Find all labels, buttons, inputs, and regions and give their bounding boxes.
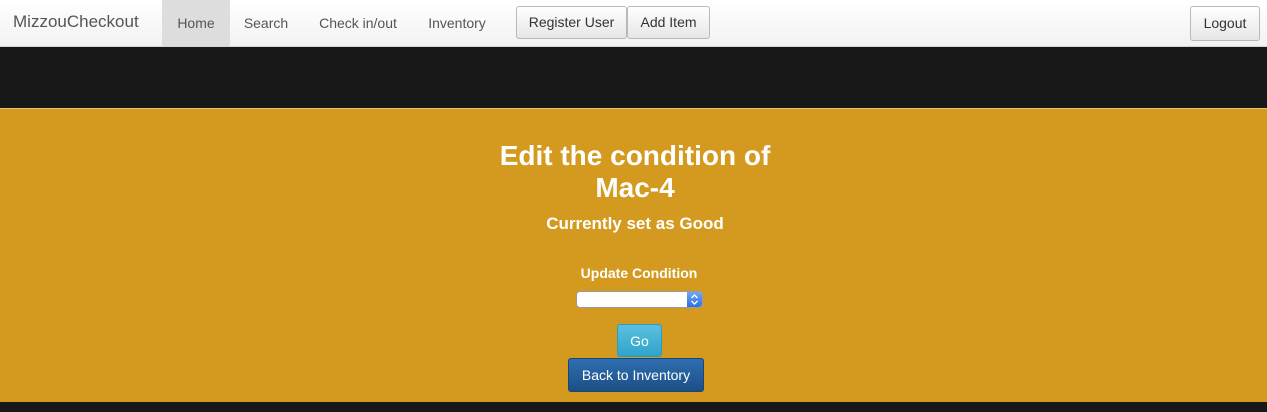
go-button[interactable]: Go [617,324,662,357]
add-item-button[interactable]: Add Item [627,6,710,39]
nav-search-link[interactable]: Search [230,0,302,46]
page-title: Edit the condition of Mac-4 [0,140,1267,204]
page-title-line-1: Edit the condition of [499,140,771,171]
register-user-button[interactable]: Register User [516,6,627,39]
current-condition-text: Currently set as Good [546,214,724,233]
select-chevron-icon [687,292,702,307]
nav-home-link[interactable]: Home [162,0,230,46]
logout-button[interactable]: Logout [1190,6,1260,41]
nav-inventory-link[interactable]: Inventory [414,0,500,46]
nav-checkinout-link[interactable]: Check in/out [302,0,414,46]
item-name: Mac-4 [595,172,675,203]
condition-select[interactable] [576,291,703,308]
update-condition-label: Update Condition [580,265,698,281]
brand-link[interactable]: MizzouCheckout [13,12,139,32]
back-to-inventory-button[interactable]: Back to Inventory [568,358,704,392]
top-navbar: MizzouCheckout Home Search Check in/out … [0,0,1267,47]
